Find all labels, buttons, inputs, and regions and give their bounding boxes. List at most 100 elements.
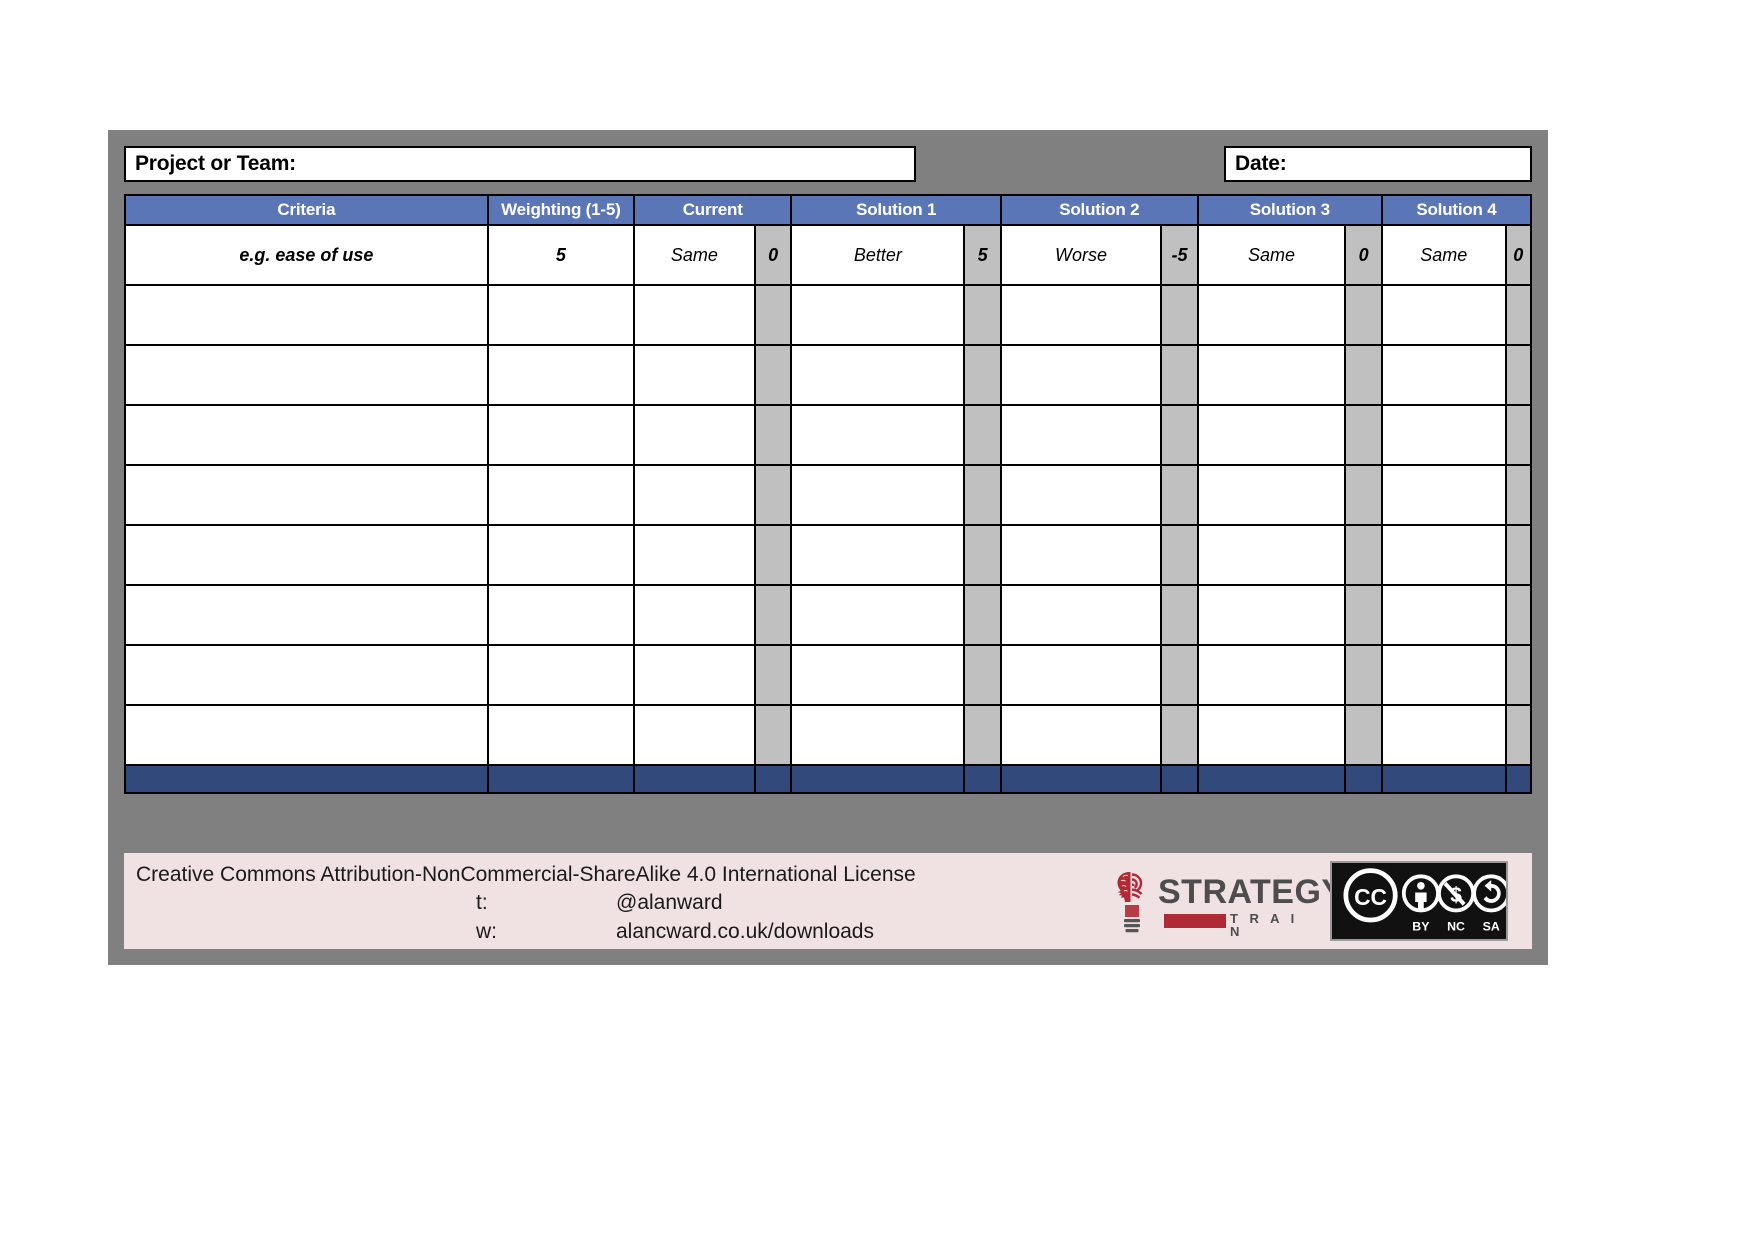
cell-current-judgement-blank[interactable] xyxy=(632,584,756,646)
cell-weighting-blank[interactable] xyxy=(486,584,635,646)
cell-solution3-judgement-blank[interactable] xyxy=(1196,284,1347,346)
column-header-solution-4: Solution 4 xyxy=(1380,194,1533,226)
cell-solution3-judgement-blank[interactable] xyxy=(1196,404,1347,466)
cell-criteria-blank[interactable] xyxy=(124,644,489,706)
cell-weighting-blank[interactable] xyxy=(486,704,635,766)
cell-solution4-judgement-example[interactable]: Same xyxy=(1380,224,1507,286)
cell-criteria-blank[interactable] xyxy=(124,704,489,766)
cell-weighting-blank[interactable] xyxy=(486,284,635,346)
cell-current-judgement-blank[interactable] xyxy=(632,284,756,346)
website-key: w: xyxy=(476,919,497,943)
cell-solution3-score-blank xyxy=(1344,584,1383,646)
cell-solution1-judgement-blank[interactable] xyxy=(790,404,966,466)
logo-wordmark: STRATEGY xyxy=(1158,873,1345,911)
decision-matrix-table: Criteria Weighting (1-5) Current Solutio… xyxy=(124,194,1533,794)
cell-solution4-judgement-blank[interactable] xyxy=(1380,524,1507,586)
cell-criteria-blank[interactable] xyxy=(124,524,489,586)
cell-criteria-blank[interactable] xyxy=(124,584,489,646)
cell-solution1-judgement-blank[interactable] xyxy=(790,644,966,706)
cell-solution4-judgement-blank[interactable] xyxy=(1380,464,1507,526)
cell-current-judgement-blank[interactable] xyxy=(632,524,756,586)
cell-solution4-score-blank xyxy=(1504,284,1533,346)
cell-weighting-blank[interactable] xyxy=(486,404,635,466)
cell-solution3-judgement-blank[interactable] xyxy=(1196,584,1347,646)
worksheet-frame: Project or Team: Date: Criteria Weightin… xyxy=(108,130,1548,965)
cell-solution3-score-blank xyxy=(1344,404,1383,466)
cell-solution3-judgement-example[interactable]: Same xyxy=(1196,224,1347,286)
cell-solution1-judgement-blank[interactable] xyxy=(790,464,966,526)
cell-solution1-score-blank xyxy=(963,344,1002,406)
cell-weighting-blank[interactable] xyxy=(486,524,635,586)
cell-current-judgement-blank[interactable] xyxy=(632,404,756,466)
table-row[interactable] xyxy=(124,344,1533,406)
cell-solution2-judgement-blank[interactable] xyxy=(999,464,1163,526)
license-text-block: Creative Commons Attribution-NonCommerci… xyxy=(136,861,916,946)
cell-solution1-judgement-blank[interactable] xyxy=(790,344,966,406)
cell-solution1-judgement-blank[interactable] xyxy=(790,704,966,766)
table-row-example[interactable]: e.g. ease of use 5 Same 0 Better 5 Worse… xyxy=(124,224,1533,286)
cell-solution2-judgement-blank[interactable] xyxy=(999,584,1163,646)
cell-solution3-judgement-blank[interactable] xyxy=(1196,464,1347,526)
cell-solution2-judgement-blank[interactable] xyxy=(999,344,1163,406)
cell-weighting-blank[interactable] xyxy=(486,644,635,706)
cell-current-score-blank xyxy=(753,284,793,346)
cell-criteria-blank[interactable] xyxy=(124,404,489,466)
matrix-totals-row xyxy=(124,764,1533,794)
totals-cell-solution1-score xyxy=(963,764,1002,794)
cell-solution1-judgement-example[interactable]: Better xyxy=(790,224,966,286)
column-header-current: Current xyxy=(632,194,793,226)
cell-solution4-judgement-blank[interactable] xyxy=(1380,584,1507,646)
cell-current-judgement-blank[interactable] xyxy=(632,704,756,766)
cell-current-judgement-blank[interactable] xyxy=(632,464,756,526)
cell-solution1-judgement-blank[interactable] xyxy=(790,584,966,646)
cell-solution3-score-blank xyxy=(1344,284,1383,346)
cell-solution2-judgement-blank[interactable] xyxy=(999,644,1163,706)
cell-solution4-judgement-blank[interactable] xyxy=(1380,704,1507,766)
cell-current-judgement-blank[interactable] xyxy=(632,344,756,406)
cell-solution3-judgement-blank[interactable] xyxy=(1196,524,1347,586)
totals-cell-solution3 xyxy=(1196,764,1347,794)
cell-solution2-judgement-blank[interactable] xyxy=(999,404,1163,466)
cell-solution4-judgement-blank[interactable] xyxy=(1380,284,1507,346)
cell-current-score-blank xyxy=(753,404,793,466)
cell-criteria-blank[interactable] xyxy=(124,284,489,346)
cell-solution1-judgement-blank[interactable] xyxy=(790,524,966,586)
cell-solution2-score-blank xyxy=(1160,524,1199,586)
totals-cell-solution3-score xyxy=(1344,764,1383,794)
cell-current-judgement-blank[interactable] xyxy=(632,644,756,706)
project-or-team-field[interactable]: Project or Team: xyxy=(124,146,916,182)
cell-weighting-blank[interactable] xyxy=(486,344,635,406)
cell-solution4-judgement-blank[interactable] xyxy=(1380,644,1507,706)
table-row[interactable] xyxy=(124,284,1533,346)
table-row[interactable] xyxy=(124,524,1533,586)
project-or-team-label: Project or Team: xyxy=(135,152,296,175)
date-field[interactable]: Date: xyxy=(1224,146,1532,182)
cell-solution4-judgement-blank[interactable] xyxy=(1380,404,1507,466)
cell-current-judgement-example[interactable]: Same xyxy=(632,224,756,286)
cell-weighting-example[interactable]: 5 xyxy=(486,224,635,286)
table-row[interactable] xyxy=(124,404,1533,466)
cell-solution2-judgement-blank[interactable] xyxy=(999,524,1163,586)
cell-criteria-blank[interactable] xyxy=(124,344,489,406)
table-row[interactable] xyxy=(124,704,1533,766)
cell-solution3-judgement-blank[interactable] xyxy=(1196,704,1347,766)
cell-solution1-judgement-blank[interactable] xyxy=(790,284,966,346)
cell-solution2-judgement-blank[interactable] xyxy=(999,284,1163,346)
cell-criteria-example[interactable]: e.g. ease of use xyxy=(124,224,489,286)
website-url[interactable]: alancward.co.uk/downloads xyxy=(616,918,874,946)
twitter-handle[interactable]: @alanward xyxy=(616,889,723,917)
cell-solution4-judgement-blank[interactable] xyxy=(1380,344,1507,406)
creative-commons-badge[interactable]: CC $ BY NC xyxy=(1330,861,1511,941)
table-row[interactable] xyxy=(124,464,1533,526)
cell-criteria-blank[interactable] xyxy=(124,464,489,526)
cell-weighting-blank[interactable] xyxy=(486,464,635,526)
cell-solution2-judgement-example[interactable]: Worse xyxy=(999,224,1163,286)
cell-solution2-score-blank xyxy=(1160,404,1199,466)
table-row[interactable] xyxy=(124,644,1533,706)
cell-solution3-judgement-blank[interactable] xyxy=(1196,344,1347,406)
brain-lightbulb-icon xyxy=(1117,872,1143,933)
column-header-solution-1: Solution 1 xyxy=(790,194,1002,226)
table-row[interactable] xyxy=(124,584,1533,646)
cell-solution3-judgement-blank[interactable] xyxy=(1196,644,1347,706)
cell-solution2-judgement-blank[interactable] xyxy=(999,704,1163,766)
